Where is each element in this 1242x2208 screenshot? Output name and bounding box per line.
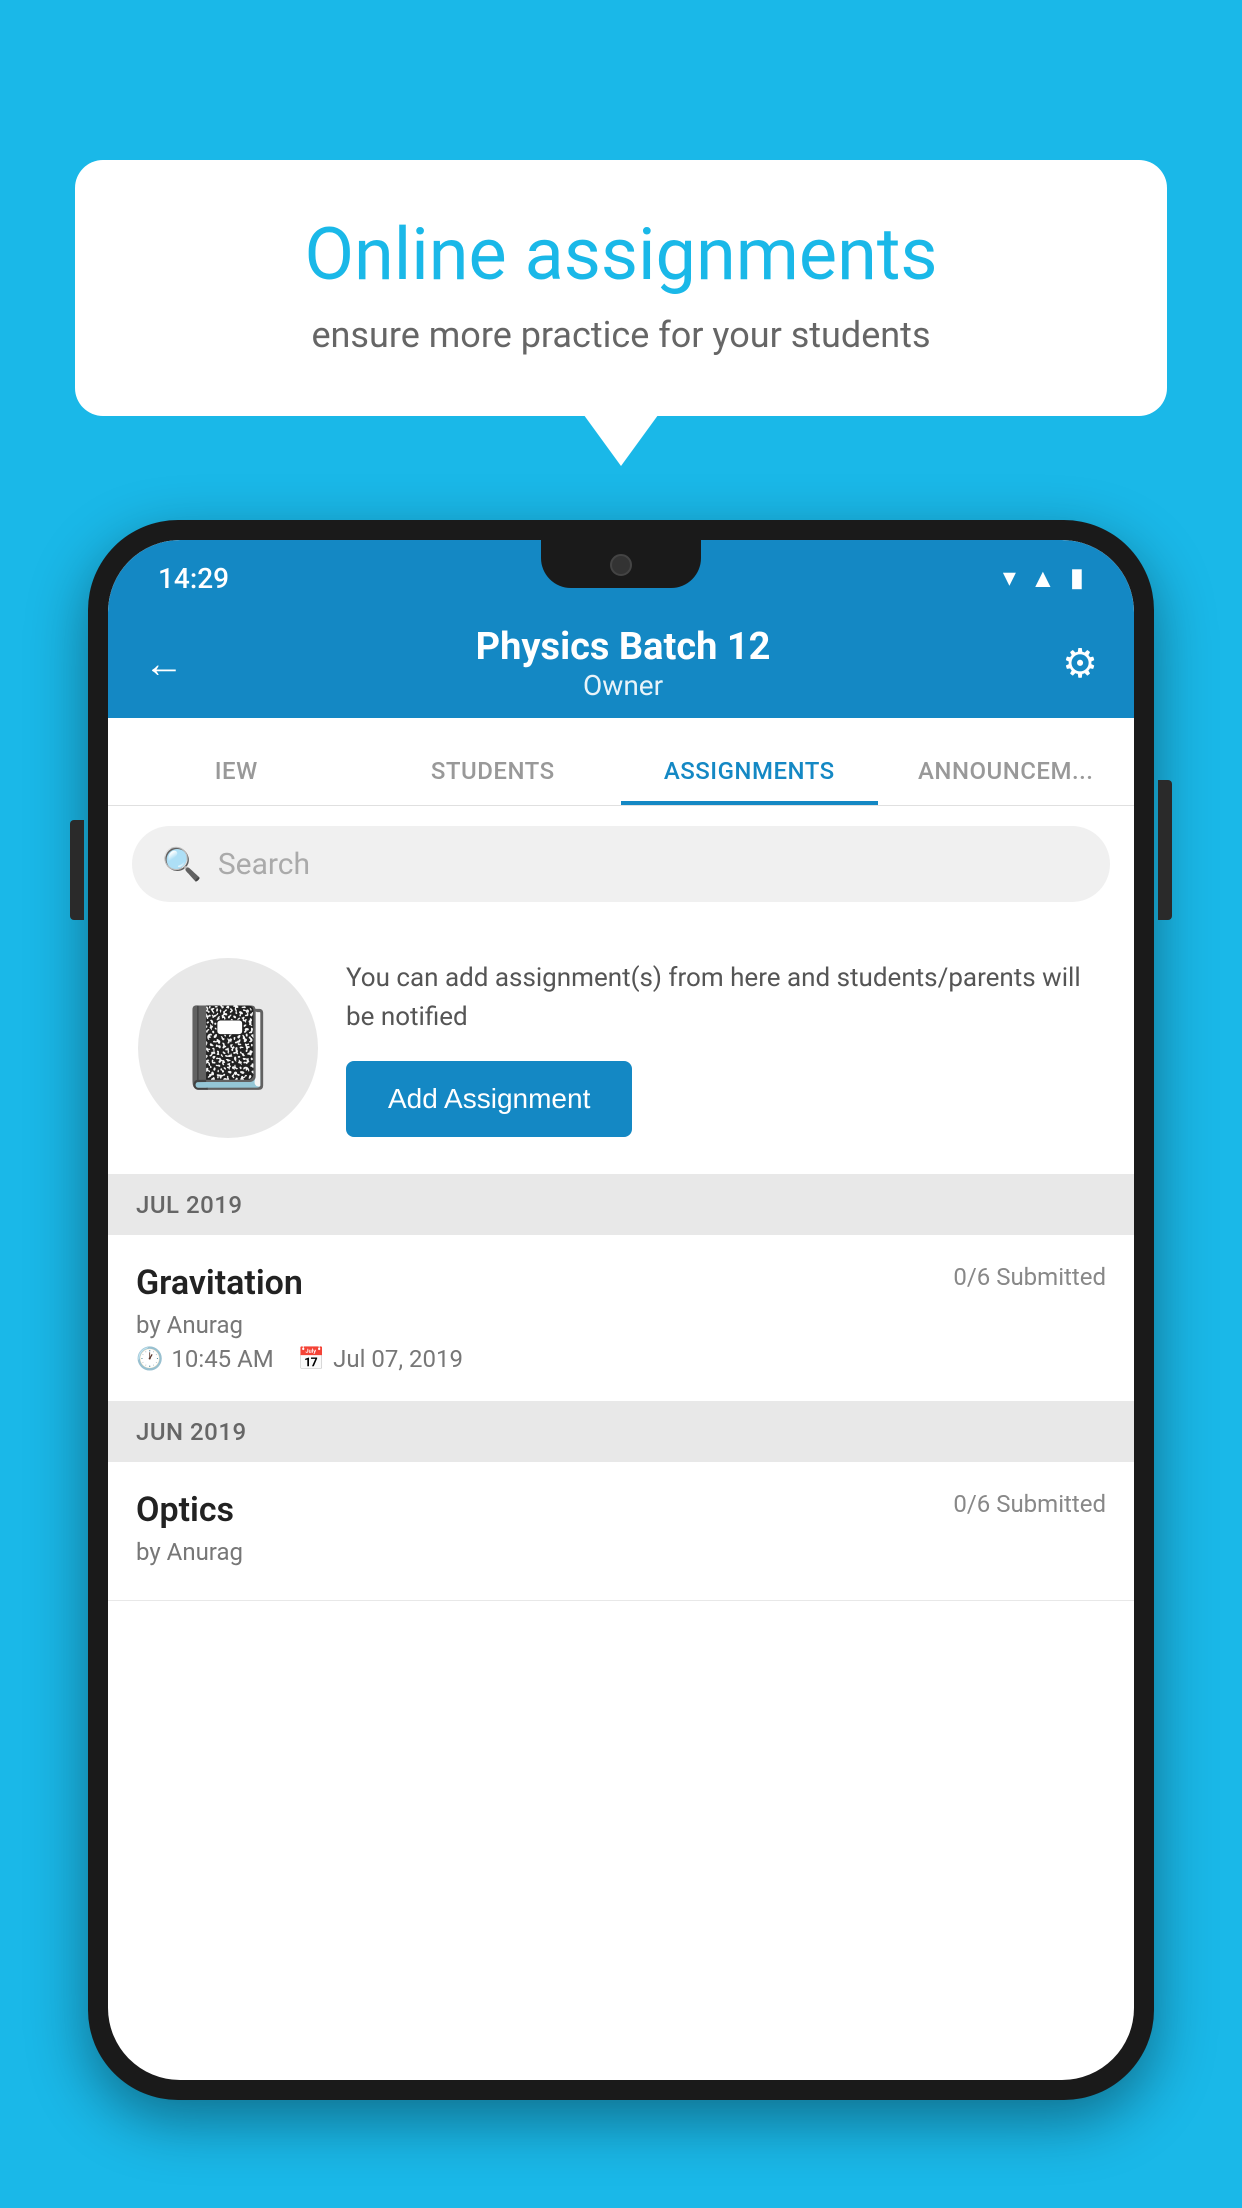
phone-notch xyxy=(541,540,701,588)
speech-bubble-subtitle: ensure more practice for your students xyxy=(135,314,1107,356)
search-icon: 🔍 xyxy=(162,845,202,883)
settings-icon[interactable]: ⚙ xyxy=(1062,640,1098,687)
speech-bubble: Online assignments ensure more practice … xyxy=(75,160,1167,416)
notebook-icon: 📓 xyxy=(178,1001,278,1095)
back-button[interactable]: ← xyxy=(144,640,184,687)
assignment-gravitation-time-value: 10:45 AM xyxy=(171,1345,273,1373)
speech-bubble-container: Online assignments ensure more practice … xyxy=(75,160,1167,416)
assignment-optics-title: Optics xyxy=(136,1490,234,1530)
calendar-icon: 📅 xyxy=(298,1347,325,1372)
promo-icon-circle: 📓 xyxy=(138,958,318,1138)
phone-screen: 14:29 ▾ ▲ ▮ ← Physics Batch 12 Owner ⚙ xyxy=(108,540,1134,2080)
assignment-gravitation-date-value: Jul 07, 2019 xyxy=(333,1345,463,1373)
section-header-jul: JUL 2019 xyxy=(108,1175,1134,1235)
add-assignment-button[interactable]: Add Assignment xyxy=(346,1061,632,1137)
assignment-gravitation-by: by Anurag xyxy=(136,1311,1106,1339)
search-container: 🔍 Search xyxy=(108,806,1134,922)
assignment-gravitation-submitted: 0/6 Submitted xyxy=(953,1263,1106,1291)
app-bar-title-container: Physics Batch 12 Owner xyxy=(184,625,1062,702)
screen-content: 14:29 ▾ ▲ ▮ ← Physics Batch 12 Owner ⚙ xyxy=(108,540,1134,2080)
app-bar-subtitle: Owner xyxy=(184,669,1062,702)
wifi-icon: ▾ xyxy=(1003,563,1016,593)
phone-outer: 14:29 ▾ ▲ ▮ ← Physics Batch 12 Owner ⚙ xyxy=(88,520,1154,2100)
assignment-gravitation-date: 📅 Jul 07, 2019 xyxy=(298,1345,463,1373)
tab-announcements[interactable]: ANNOUNCEM... xyxy=(878,757,1135,805)
clock-icon: 🕐 xyxy=(136,1347,163,1372)
assignment-optics-submitted: 0/6 Submitted xyxy=(953,1490,1106,1518)
tab-bar: IEW STUDENTS ASSIGNMENTS ANNOUNCEM... xyxy=(108,718,1134,806)
search-placeholder: Search xyxy=(218,847,310,882)
status-icons: ▾ ▲ ▮ xyxy=(1003,563,1084,594)
promo-description: You can add assignment(s) from here and … xyxy=(346,959,1104,1037)
assignment-gravitation[interactable]: Gravitation 0/6 Submitted by Anurag 🕐 10… xyxy=(108,1235,1134,1402)
notch-camera xyxy=(610,554,632,576)
assignment-gravitation-header: Gravitation 0/6 Submitted xyxy=(136,1263,1106,1303)
promo-content: You can add assignment(s) from here and … xyxy=(346,959,1104,1137)
signal-icon: ▲ xyxy=(1030,563,1056,594)
status-time: 14:29 xyxy=(158,562,229,595)
speech-bubble-title: Online assignments xyxy=(135,215,1107,294)
assignment-optics-header: Optics 0/6 Submitted xyxy=(136,1490,1106,1530)
phone-mockup: 14:29 ▾ ▲ ▮ ← Physics Batch 12 Owner ⚙ xyxy=(88,520,1154,2208)
tab-iew[interactable]: IEW xyxy=(108,757,365,805)
assignment-gravitation-time: 🕐 10:45 AM xyxy=(136,1345,274,1373)
app-bar-title: Physics Batch 12 xyxy=(184,625,1062,669)
tab-students[interactable]: STUDENTS xyxy=(365,757,622,805)
assignment-optics-by: by Anurag xyxy=(136,1538,1106,1566)
app-bar: ← Physics Batch 12 Owner ⚙ xyxy=(108,608,1134,718)
search-bar[interactable]: 🔍 Search xyxy=(132,826,1110,902)
section-header-jun: JUN 2019 xyxy=(108,1402,1134,1462)
battery-icon: ▮ xyxy=(1070,563,1084,593)
assignment-gravitation-title: Gravitation xyxy=(136,1263,303,1303)
assignment-gravitation-time-row: 🕐 10:45 AM 📅 Jul 07, 2019 xyxy=(136,1345,1106,1373)
tab-assignments[interactable]: ASSIGNMENTS xyxy=(621,757,878,805)
assignment-optics[interactable]: Optics 0/6 Submitted by Anurag xyxy=(108,1462,1134,1601)
promo-card: 📓 You can add assignment(s) from here an… xyxy=(108,922,1134,1175)
